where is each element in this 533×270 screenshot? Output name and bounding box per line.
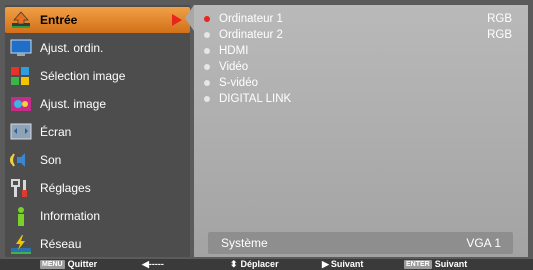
input-option-digital-link[interactable]: DIGITAL LINK bbox=[204, 91, 524, 107]
menu-item-label: Son bbox=[40, 153, 62, 167]
up-down-arrow-icon: ⬍ bbox=[230, 259, 238, 269]
menu-item-label: Ajust. image bbox=[40, 97, 107, 111]
menu-item-input[interactable]: Entrée bbox=[5, 7, 190, 33]
option-label: HDMI bbox=[219, 45, 249, 57]
option-label: S-vidéo bbox=[219, 77, 258, 89]
selected-arrow-icon bbox=[172, 14, 182, 26]
sound-icon bbox=[9, 150, 32, 170]
menu-item-label: Écran bbox=[40, 125, 72, 139]
menu-item-label: Réglages bbox=[40, 181, 91, 195]
option-value: RGB bbox=[487, 29, 512, 41]
system-label: Système bbox=[221, 236, 268, 250]
option-label: Ordinateur 2 bbox=[219, 29, 283, 41]
menu-item-label: Ajust. ordin. bbox=[40, 41, 104, 55]
enter-next-label: Suivant bbox=[434, 259, 468, 269]
input-icon bbox=[10, 10, 32, 30]
menu-item-image-select[interactable]: Sélection image bbox=[5, 63, 190, 89]
menu-item-label: Sélection image bbox=[40, 69, 126, 83]
menu-item-information[interactable]: Information bbox=[5, 203, 190, 229]
screen-icon bbox=[10, 122, 32, 142]
input-option-hdmi[interactable]: HDMI bbox=[204, 43, 524, 59]
back-arrow-icon: ◀----- bbox=[142, 259, 164, 269]
settings-icon bbox=[10, 178, 32, 198]
menu-item-computer-adjust[interactable]: Ajust. ordin. bbox=[5, 35, 190, 61]
footer-quit: MENU Quitter bbox=[40, 259, 97, 270]
input-option-s-video[interactable]: S-vidéo bbox=[204, 75, 524, 91]
menu-item-label: Réseau bbox=[40, 237, 82, 251]
dot-icon bbox=[204, 64, 210, 70]
input-options-panel: Ordinateur 1 RGB Ordinateur 2 RGB HDMI V… bbox=[194, 5, 528, 257]
dot-icon bbox=[204, 32, 210, 38]
info-icon bbox=[10, 206, 32, 226]
menu-item-network[interactable]: Réseau bbox=[5, 231, 190, 257]
right-arrow-icon: ▶ bbox=[322, 259, 329, 269]
system-value: VGA 1 bbox=[466, 236, 501, 250]
footer-help-bar: MENU Quitter ◀----- ⬍ Déplacer ▶ Suivant… bbox=[0, 259, 533, 270]
menu-item-label: Information bbox=[40, 209, 101, 223]
active-dot-icon bbox=[204, 16, 210, 22]
option-label: Ordinateur 1 bbox=[219, 13, 283, 25]
next-label: Suivant bbox=[330, 259, 364, 269]
move-label: Déplacer bbox=[240, 259, 279, 269]
quit-label: Quitter bbox=[67, 259, 98, 269]
input-option-computer2[interactable]: Ordinateur 2 RGB bbox=[204, 27, 524, 43]
input-option-video[interactable]: Vidéo bbox=[204, 59, 524, 75]
menu-key-icon: MENU bbox=[40, 260, 65, 269]
menu-item-image-adjust[interactable]: Ajust. image bbox=[5, 91, 190, 117]
input-option-computer1[interactable]: Ordinateur 1 RGB bbox=[204, 11, 524, 27]
dot-icon bbox=[204, 48, 210, 54]
dot-icon bbox=[204, 80, 210, 86]
image-select-icon bbox=[10, 66, 32, 86]
menu-item-label: Entrée bbox=[40, 13, 78, 27]
menu-item-screen[interactable]: Écran bbox=[5, 119, 190, 145]
footer-enter: ENTER Suivant bbox=[404, 259, 467, 270]
system-setting[interactable]: Système VGA 1 bbox=[208, 232, 513, 254]
menu-item-settings[interactable]: Réglages bbox=[5, 175, 190, 201]
network-icon bbox=[10, 234, 32, 254]
image-adjust-icon bbox=[10, 94, 32, 114]
footer-move: ⬍ Déplacer bbox=[230, 259, 279, 270]
option-label: Vidéo bbox=[219, 61, 249, 73]
footer-back: ◀----- bbox=[142, 259, 164, 270]
menu-item-sound[interactable]: Son bbox=[5, 147, 190, 173]
computer-adjust-icon bbox=[10, 38, 32, 58]
main-menu: Entrée Ajust. ordin. Sélection image Aju… bbox=[5, 5, 190, 257]
enter-key-icon: ENTER bbox=[404, 260, 432, 269]
footer-next: ▶ Suivant bbox=[322, 259, 363, 270]
selection-pointer bbox=[185, 5, 194, 31]
dot-icon bbox=[204, 96, 210, 102]
option-value: RGB bbox=[487, 13, 512, 25]
option-label: DIGITAL LINK bbox=[219, 93, 292, 105]
